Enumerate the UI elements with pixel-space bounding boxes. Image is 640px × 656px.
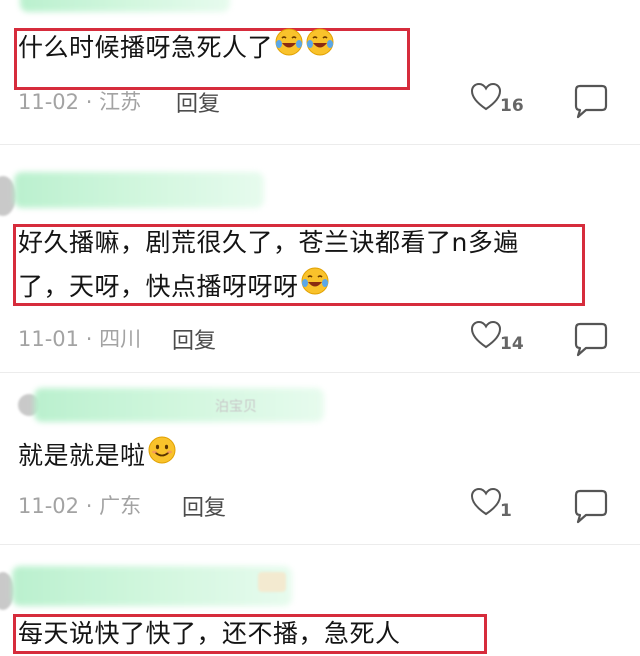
badge-icon <box>258 572 286 592</box>
reply-button[interactable]: 回复 <box>172 323 216 355</box>
comment-date: 11-02 <box>18 90 80 114</box>
smiling-face-icon <box>147 435 177 479</box>
crying-laughing-icon <box>305 27 335 71</box>
comment-location: 广东 <box>99 494 142 518</box>
like-button[interactable]: 16 <box>470 82 530 122</box>
separator: · <box>85 494 93 518</box>
divider <box>0 372 640 373</box>
comment-date: 11-01 <box>18 327 80 351</box>
comment-text: 每天说快了快了，还不播，急死人 <box>18 619 401 648</box>
username-fragment: 泊宝贝 <box>215 399 257 415</box>
heart-icon <box>470 320 502 349</box>
heart-icon <box>470 82 502 111</box>
comment-date: 11-02 <box>18 494 80 518</box>
redacted-username <box>14 172 264 208</box>
reply-button[interactable]: 回复 <box>182 490 226 522</box>
reply-button[interactable]: 回复 <box>176 86 220 118</box>
divider <box>0 144 640 145</box>
redacted-username <box>12 566 292 606</box>
comment-meta: 11-02 · 广东 <box>18 490 141 520</box>
divider <box>0 544 640 545</box>
separator: · <box>85 90 93 114</box>
like-count: 1 <box>500 501 512 521</box>
comment-location: 四川 <box>99 327 142 351</box>
comment-text: 好久播嘛，剧荒很久了，苍兰诀都看了n多遍 了，天呀，快点播呀呀呀 <box>18 221 519 310</box>
comment-meta: 11-02 · 江苏 <box>18 86 141 116</box>
separator: · <box>85 327 93 351</box>
heart-icon <box>470 487 502 516</box>
redacted-username <box>34 388 324 422</box>
like-button[interactable]: 1 <box>470 487 530 527</box>
like-count: 14 <box>500 334 524 354</box>
comment-bubble-icon[interactable] <box>572 84 610 120</box>
comment-location: 江苏 <box>99 90 142 114</box>
comment-text: 就是就是啦 <box>18 434 177 479</box>
comment-bubble-icon[interactable] <box>572 489 610 525</box>
redacted-username <box>20 0 230 12</box>
crying-laughing-icon <box>274 27 304 71</box>
comment-bubble-icon[interactable] <box>572 322 610 358</box>
like-button[interactable]: 14 <box>470 320 530 360</box>
comment-meta: 11-01 · 四川 <box>18 323 141 353</box>
like-count: 16 <box>500 96 524 116</box>
crying-laughing-icon <box>300 266 330 310</box>
comment-text: 什么时候播呀急死人了 <box>18 26 335 71</box>
